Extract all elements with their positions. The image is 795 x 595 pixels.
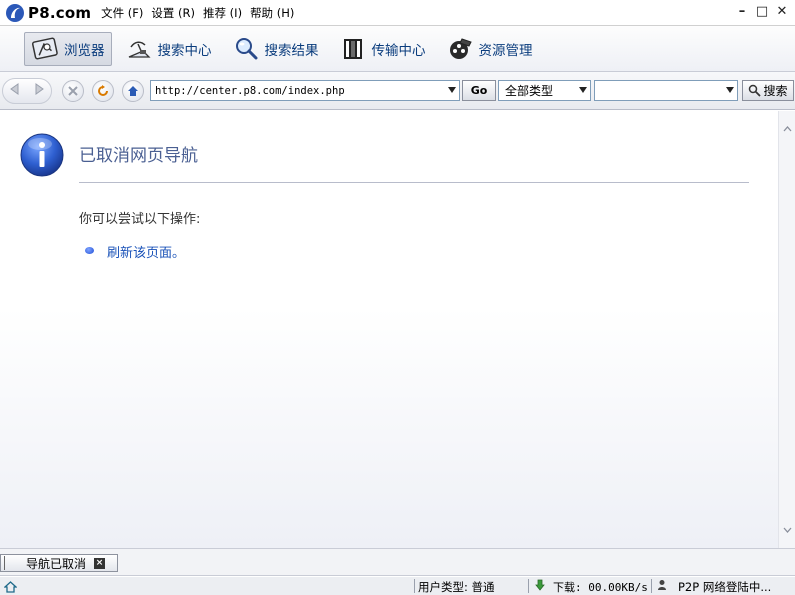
tab-close-icon[interactable]: × bbox=[94, 557, 106, 569]
refresh-icon bbox=[98, 84, 108, 96]
info-icon bbox=[20, 133, 64, 177]
back-arrow-icon[interactable] bbox=[6, 80, 24, 101]
scroll-up-icon[interactable] bbox=[783, 125, 792, 134]
tab-resource-manager[interactable]: 资源管理 bbox=[439, 32, 540, 66]
tab-grip[interactable] bbox=[4, 556, 12, 570]
p8-logo-icon bbox=[4, 2, 26, 24]
tab-search-center-label: 搜索中心 bbox=[157, 42, 212, 59]
search-button[interactable]: 搜索 bbox=[742, 80, 794, 101]
p2p-status: P2P 网络登陆中... bbox=[678, 580, 772, 594]
download-arrow-icon bbox=[535, 579, 545, 594]
search-field[interactable] bbox=[594, 80, 738, 101]
tab-transfer-center-label: 传输中心 bbox=[371, 42, 426, 59]
divider bbox=[79, 182, 749, 183]
menu-file[interactable]: 文件 (F) bbox=[101, 4, 143, 22]
page-tab[interactable]: 导航已取消 × bbox=[0, 554, 118, 572]
user-type-status: 用户类型: 普通 bbox=[418, 580, 495, 594]
vertical-scrollbar[interactable] bbox=[778, 111, 795, 548]
tab-search-center[interactable]: 搜索中心 bbox=[118, 32, 219, 66]
search-button-label: 搜索 bbox=[763, 84, 788, 98]
page-content: 已取消网页导航 你可以尝试以下操作: 刷新该页面。 bbox=[0, 111, 778, 548]
title-bar: P8.com 文件 (F) 设置 (R) 推荐 (I) 帮助 (H) – □ ✕ bbox=[0, 0, 795, 26]
status-separator bbox=[528, 579, 529, 593]
minimize-button[interactable]: – bbox=[735, 3, 749, 19]
suggestion-heading: 你可以尝试以下操作: bbox=[79, 212, 201, 227]
close-button[interactable]: ✕ bbox=[775, 3, 789, 19]
browser-icon bbox=[31, 35, 59, 63]
go-button[interactable]: Go bbox=[462, 80, 496, 101]
scroll-down-icon[interactable] bbox=[783, 525, 792, 534]
stop-button[interactable] bbox=[62, 79, 84, 102]
status-bar: 用户类型: 普通 下载: 00.00KB/s P2P 网络登陆中... bbox=[0, 577, 795, 595]
satellite-icon bbox=[125, 35, 153, 63]
forward-arrow-icon[interactable] bbox=[30, 80, 48, 101]
menu-help[interactable]: 帮助 (H) bbox=[250, 4, 294, 22]
tab-resource-manager-label: 资源管理 bbox=[478, 42, 533, 59]
magnifier-icon bbox=[232, 35, 260, 63]
main-toolbar: 浏览器 搜索中心 搜索结果 传输中心 资源管理 bbox=[0, 26, 795, 72]
nav-buttons bbox=[2, 77, 52, 104]
home-icon bbox=[128, 85, 138, 96]
window-controls: – □ ✕ bbox=[735, 3, 789, 19]
app-name: P8.com bbox=[28, 3, 92, 22]
url-field[interactable] bbox=[150, 80, 460, 101]
url-input[interactable] bbox=[151, 81, 441, 100]
status-separator bbox=[651, 579, 652, 593]
maximize-button[interactable]: □ bbox=[755, 3, 769, 19]
type-select[interactable]: 全部类型 bbox=[498, 80, 591, 101]
menu-recommend[interactable]: 推荐 (I) bbox=[203, 4, 242, 22]
status-separator bbox=[414, 579, 415, 593]
address-bar: Go 全部类型 搜索 bbox=[0, 72, 795, 110]
page-tab-label: 导航已取消 bbox=[26, 556, 87, 571]
type-select-value: 全部类型 bbox=[505, 84, 554, 98]
type-dropdown-icon[interactable] bbox=[579, 87, 587, 93]
tab-browser-label: 浏览器 bbox=[64, 42, 105, 59]
bullet-icon bbox=[85, 247, 94, 254]
tab-browser[interactable]: 浏览器 bbox=[24, 31, 112, 66]
tab-transfer-center[interactable]: 传输中心 bbox=[332, 32, 433, 66]
refresh-button[interactable] bbox=[92, 79, 114, 102]
status-home-icon[interactable] bbox=[2, 578, 18, 594]
search-dropdown-icon[interactable] bbox=[726, 87, 734, 93]
url-dropdown-icon[interactable] bbox=[448, 87, 456, 93]
refresh-page-link[interactable]: 刷新该页面。 bbox=[107, 242, 185, 261]
home-button[interactable] bbox=[122, 79, 144, 102]
search-input[interactable] bbox=[595, 81, 719, 100]
menu-settings[interactable]: 设置 (R) bbox=[151, 4, 195, 22]
download-speed-status: 下载: 00.00KB/s bbox=[553, 581, 648, 594]
tab-search-results[interactable]: 搜索结果 bbox=[225, 32, 326, 66]
search-icon bbox=[749, 84, 762, 97]
tab-search-results-label: 搜索结果 bbox=[264, 42, 319, 59]
menu-bar: 文件 (F) 设置 (R) 推荐 (I) 帮助 (H) bbox=[101, 4, 302, 22]
film-clapper-icon bbox=[446, 35, 474, 63]
page-tab-strip: 导航已取消 × bbox=[0, 548, 795, 576]
user-icon bbox=[657, 579, 667, 594]
film-reel-icon bbox=[339, 35, 367, 63]
stop-icon bbox=[68, 85, 78, 96]
page-title: 已取消网页导航 bbox=[79, 146, 198, 166]
